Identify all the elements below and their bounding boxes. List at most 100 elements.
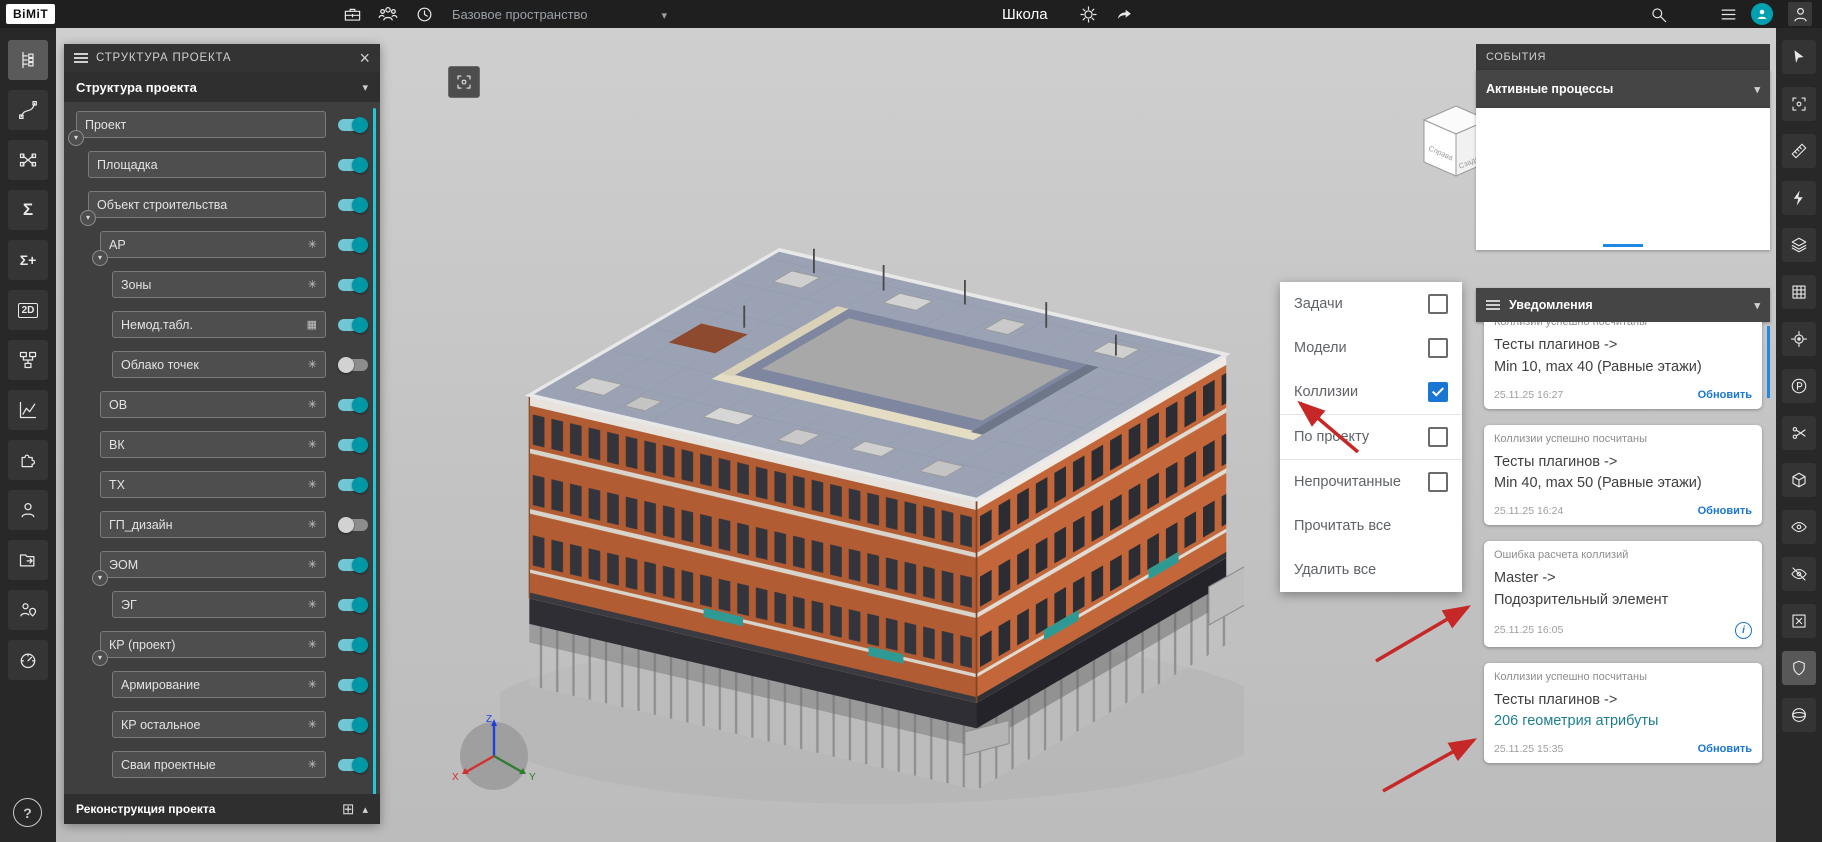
tool-project-structure[interactable] <box>8 40 48 80</box>
tree-node[interactable]: Проект <box>76 111 326 138</box>
menu-item-mark-all-read[interactable]: Прочитать все <box>1280 504 1462 548</box>
tree-node[interactable]: АР <box>100 231 326 258</box>
tool-spline[interactable] <box>8 90 48 130</box>
tree-node[interactable]: КР (проект) <box>100 631 326 658</box>
tool-select[interactable] <box>1782 40 1816 74</box>
visibility-toggle[interactable] <box>338 639 368 651</box>
tree-node[interactable]: ГП_дизайн <box>100 511 326 538</box>
panel-scrollbar[interactable] <box>373 108 376 808</box>
tree-node[interactable]: ВК <box>100 431 326 458</box>
checkbox[interactable] <box>1428 382 1448 402</box>
visibility-toggle[interactable] <box>338 439 368 451</box>
tool-sigma[interactable]: Σ <box>8 190 48 230</box>
tool-user[interactable] <box>8 490 48 530</box>
tree-node[interactable]: Немод.табл. <box>112 311 326 338</box>
visibility-toggle[interactable] <box>338 279 368 291</box>
visibility-toggle[interactable] <box>338 399 368 411</box>
expand-icon[interactable] <box>92 250 108 266</box>
horizontal-scrollbar[interactable] <box>1603 244 1643 247</box>
info-icon[interactable] <box>1735 622 1752 639</box>
expand-icon[interactable] <box>68 130 84 146</box>
visibility-toggle[interactable] <box>338 319 368 331</box>
menu-item-delete-all[interactable]: Удалить все <box>1280 548 1462 592</box>
tool-locate[interactable] <box>1782 322 1816 356</box>
tool-sigma-plus[interactable]: Σ+ <box>8 240 48 280</box>
tree-node[interactable]: ОВ <box>100 391 326 418</box>
help-button[interactable]: ? <box>13 798 42 827</box>
tree-node[interactable]: Сваи проектные <box>112 751 326 778</box>
share-button[interactable] <box>1112 2 1136 26</box>
expand-icon[interactable] <box>92 570 108 586</box>
add-icon[interactable] <box>342 800 355 819</box>
tool-ruler[interactable] <box>1782 134 1816 168</box>
tool-layers[interactable] <box>1782 228 1816 262</box>
panel-menu-icon[interactable] <box>74 53 88 63</box>
tool-hide[interactable] <box>1782 557 1816 591</box>
tool-shield[interactable] <box>1782 651 1816 685</box>
menu-item-unread[interactable]: Непрочитанные <box>1280 460 1462 504</box>
tool-flash[interactable] <box>1782 181 1816 215</box>
expand-icon[interactable] <box>92 650 108 666</box>
visibility-toggle[interactable] <box>338 519 368 531</box>
tool-show[interactable] <box>1782 510 1816 544</box>
tree-node[interactable]: Облако точек <box>112 351 326 378</box>
checkbox[interactable] <box>1428 427 1448 447</box>
tree-node[interactable]: Зоны <box>112 271 326 298</box>
user-button[interactable] <box>1788 2 1812 26</box>
expand-icon[interactable] <box>80 210 96 226</box>
app-logo[interactable]: BiMiT <box>6 4 55 24</box>
account-button[interactable] <box>1750 2 1774 26</box>
notification-card[interactable]: Ошибка расчета коллизий Master -> Подозр… <box>1484 541 1762 647</box>
refresh-link[interactable]: Обновить <box>1698 505 1752 517</box>
visibility-toggle[interactable] <box>338 239 368 251</box>
checkbox[interactable] <box>1428 294 1448 314</box>
close-icon[interactable] <box>359 49 370 68</box>
workspace-selector[interactable]: Базовое пространство <box>452 0 667 28</box>
tool-scheme[interactable] <box>8 340 48 380</box>
tool-plugins[interactable] <box>8 440 48 480</box>
checkbox[interactable] <box>1428 472 1448 492</box>
notification-card[interactable]: Коллизии успешно посчитаны Тесты плагино… <box>1484 663 1762 764</box>
tool-view-2d[interactable]: 2D <box>8 290 48 330</box>
settings-button[interactable] <box>1076 2 1100 26</box>
visibility-toggle[interactable] <box>338 559 368 571</box>
history-button[interactable] <box>412 2 436 26</box>
tree-node[interactable]: КР остальное <box>112 711 326 738</box>
notifications-scrollbar[interactable] <box>1767 326 1770 398</box>
tool-fit-view[interactable] <box>1782 87 1816 121</box>
tree-node[interactable]: ЭОМ <box>100 551 326 578</box>
visibility-toggle[interactable] <box>338 679 368 691</box>
tool-section[interactable] <box>1782 416 1816 450</box>
visibility-toggle[interactable] <box>338 599 368 611</box>
visibility-toggle[interactable] <box>338 759 368 771</box>
visibility-toggle[interactable] <box>338 719 368 731</box>
menu-item-by-project[interactable]: По проекту <box>1280 415 1462 459</box>
tree-node[interactable]: Объект строительства <box>88 191 326 218</box>
list-view-button[interactable] <box>1716 2 1740 26</box>
tree-node[interactable]: Армирование <box>112 671 326 698</box>
notification-card[interactable]: Коллизии успешно посчитаны Тесты плагино… <box>1484 425 1762 526</box>
tool-clash-check[interactable] <box>8 140 48 180</box>
tool-sphere[interactable] <box>1782 698 1816 732</box>
tree-node[interactable]: Площадка <box>88 151 326 178</box>
tool-parking[interactable] <box>1782 369 1816 403</box>
section-header[interactable]: Структура проекта <box>64 72 380 102</box>
zoom-extents-button[interactable] <box>448 66 480 98</box>
refresh-link[interactable]: Обновить <box>1698 743 1752 755</box>
search-button[interactable] <box>1646 2 1670 26</box>
toolbox-button[interactable] <box>340 2 364 26</box>
school-3d-model[interactable] <box>500 186 1244 826</box>
notifications-header[interactable]: Уведомления <box>1476 288 1770 322</box>
tool-clip-box[interactable] <box>1782 463 1816 497</box>
active-processes-header[interactable]: Активные процессы <box>1476 70 1770 108</box>
team-button[interactable] <box>376 2 400 26</box>
tree-node[interactable]: ЭГ <box>112 591 326 618</box>
visibility-toggle[interactable] <box>338 479 368 491</box>
menu-item-collisions[interactable]: Коллизии <box>1280 370 1462 414</box>
tool-dashboard[interactable] <box>8 640 48 680</box>
visibility-toggle[interactable] <box>338 119 368 131</box>
tool-remove-box[interactable] <box>1782 604 1816 638</box>
visibility-toggle[interactable] <box>338 159 368 171</box>
checkbox[interactable] <box>1428 338 1448 358</box>
visibility-toggle[interactable] <box>338 359 368 371</box>
